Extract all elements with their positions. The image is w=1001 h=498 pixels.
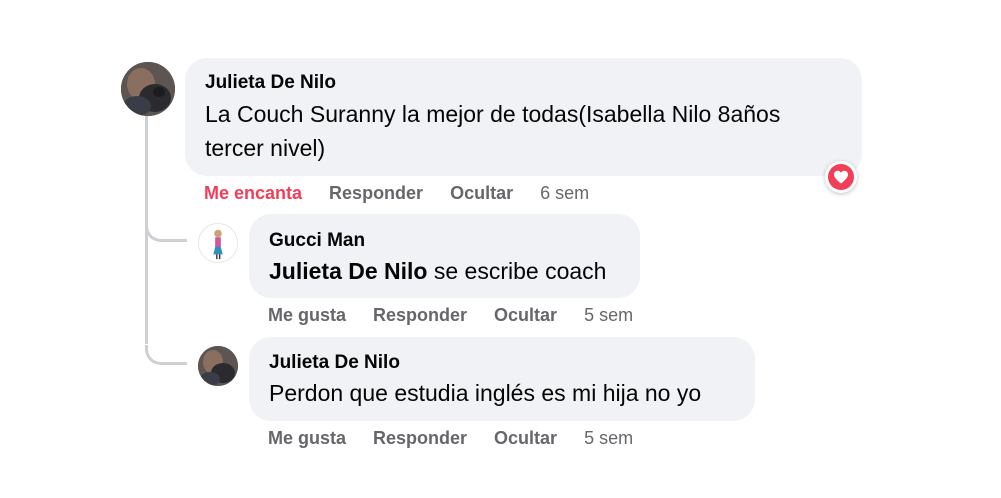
reply-text: Julieta De Nilo se escribe coach [269,254,620,288]
profile-photo-icon [121,62,175,116]
reply-actions: Me gusta Responder Ocultar 5 sem [268,426,633,450]
profile-photo-icon [199,224,237,262]
comment-bubble: Julieta De Nilo La Couch Suranny la mejo… [185,58,862,176]
reply-author[interactable]: Julieta De Nilo [269,351,735,375]
reply-button[interactable]: Responder [329,183,423,204]
mention-link[interactable]: Julieta De Nilo [269,258,427,284]
profile-photo-icon [198,346,238,386]
avatar[interactable] [121,62,175,116]
reply-text: Perdon que estudia inglés es mi hija no … [269,380,702,406]
reaction-badge[interactable] [825,161,857,193]
heart-icon [828,164,854,190]
avatar[interactable] [198,346,238,386]
comment-author[interactable]: Julieta De Nilo [205,71,842,95]
reply-author[interactable]: Gucci Man [269,229,620,253]
reply-bubble: Julieta De Nilo Perdon que estudia inglé… [249,337,755,421]
avatar[interactable] [198,223,238,263]
hide-button[interactable]: Ocultar [494,305,557,326]
reply-text-body: se escribe coach [427,258,607,284]
comment-actions: Me encanta Responder Ocultar 6 sem [204,181,589,205]
thread-connector-reply-2 [145,345,187,365]
hide-button[interactable]: Ocultar [494,428,557,449]
like-button[interactable]: Me gusta [268,428,346,449]
reply-actions: Me gusta Responder Ocultar 5 sem [268,303,633,327]
like-button[interactable]: Me gusta [268,305,346,326]
reply-bubble: Gucci Man Julieta De Nilo se escribe coa… [249,214,640,298]
reply-button[interactable]: Responder [373,428,467,449]
timestamp[interactable]: 5 sem [584,305,633,326]
hide-button[interactable]: Ocultar [450,183,513,204]
comment-text: La Couch Suranny la mejor de todas(Isabe… [205,101,781,161]
reply-button[interactable]: Responder [373,305,467,326]
timestamp[interactable]: 5 sem [584,428,633,449]
love-reaction-button[interactable]: Me encanta [204,183,302,204]
timestamp[interactable]: 6 sem [540,183,589,204]
thread-connector-reply-1 [145,222,187,242]
